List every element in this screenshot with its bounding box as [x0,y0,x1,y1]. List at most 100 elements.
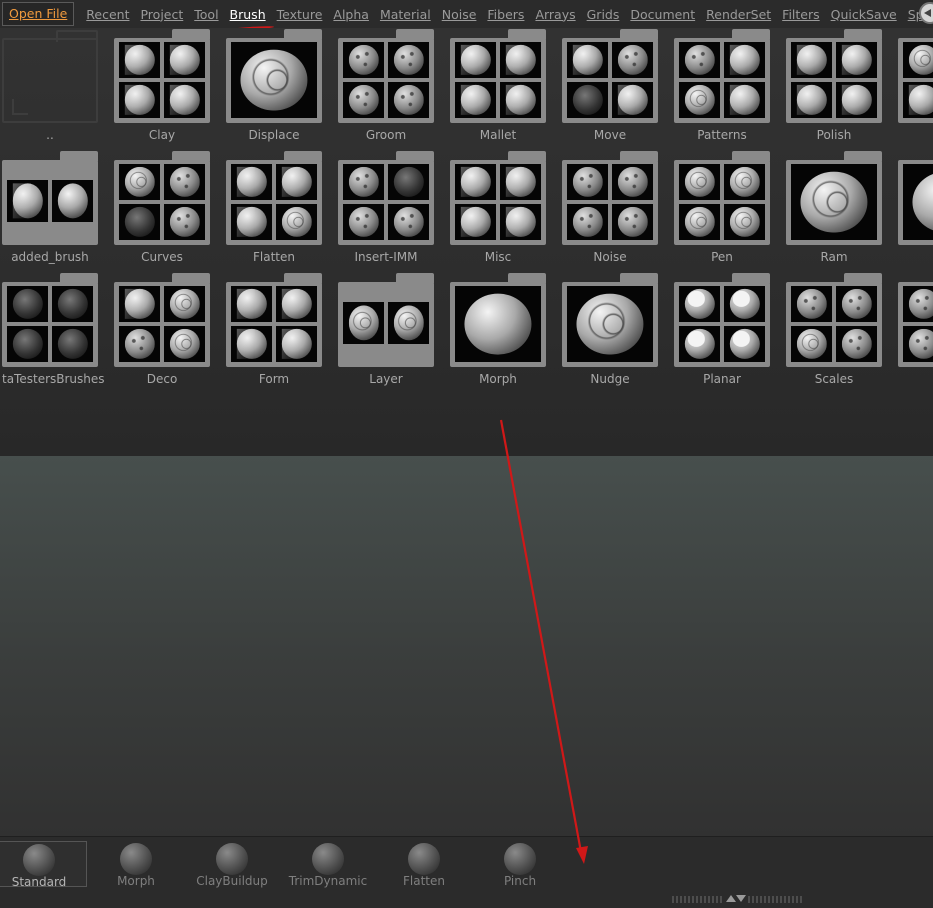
sphere-preview-icon [576,293,644,355]
brush-thumbnail [567,82,608,118]
menu-tab-grids[interactable]: Grids [587,7,620,22]
brush-thumbnail [612,204,653,240]
brush-folder-added-brush[interactable]: added_brush [2,150,114,266]
brush-folder-ram[interactable]: Ram [786,150,898,266]
folder-icon [450,29,546,123]
viewport-canvas[interactable] [0,456,933,836]
shelf-brush-claybuildup[interactable]: ClayBuildup [184,841,280,888]
brush-folder-flatten[interactable]: Flatten [226,150,338,266]
menu-tab-arrays[interactable]: Arrays [535,7,575,22]
sphere-preview-icon [12,328,43,360]
sphere-preview-icon [57,288,88,320]
menu-tab-quicksave[interactable]: QuickSave [831,7,897,22]
open-file-button[interactable]: Open File [2,2,75,26]
brush-folder-morph[interactable]: Morph [450,272,562,388]
brush-folder-label: Displace [248,128,300,142]
shelf-brush-pinch[interactable]: Pinch [472,841,568,888]
sphere-preview-icon [124,166,155,198]
brush-thumbnail [903,82,933,118]
sphere-preview-icon [505,206,536,238]
brush-folder-deco[interactable]: Deco [114,272,226,388]
folder-icon [674,29,770,123]
brush-folder-mallet[interactable]: Mallet [450,28,562,144]
brush-folder-curves[interactable]: Curves [114,150,226,266]
menu-tab-tool[interactable]: Tool [194,7,218,22]
brush-folder-noise[interactable]: Noise [562,150,674,266]
brush-folder-label: Form [258,372,290,386]
brush-folder-insert-imm[interactable]: Insert-IMM [338,150,450,266]
brush-folder-clay[interactable]: Clay [114,28,226,144]
sphere-preview-icon [460,84,491,116]
shelf-brush-morph[interactable]: Morph [88,841,184,888]
brush-thumbnail [231,326,272,362]
brush-thumbnail [455,286,541,362]
brush-folder-sn[interactable]: Sn [898,272,933,388]
sphere-preview-icon [124,84,155,116]
shelf-resize-handle[interactable] [672,893,802,905]
brush-thumbnails [679,286,765,362]
shelf-brush-flatten[interactable]: Flatten [376,841,472,888]
menu-tab-noise[interactable]: Noise [442,7,477,22]
shelf-brush-label: ClayBuildup [196,874,268,888]
menu-tab-document[interactable]: Document [630,7,695,22]
brush-folder-s[interactable]: S [898,28,933,144]
sphere-preview-icon [912,171,933,233]
folder-icon [338,151,434,245]
brush-thumbnails [119,42,205,118]
shelf-brush-standard[interactable]: Standard [0,841,87,889]
brush-thumbnail [231,164,272,200]
sphere-preview-icon [169,288,200,320]
brush-folder-patterns[interactable]: Patterns [674,28,786,144]
folder-icon [114,273,210,367]
sphere-preview-icon [796,328,827,360]
sphere-preview-icon [348,206,379,238]
brush-thumbnail [119,204,160,240]
sphere-preview-icon [729,44,760,76]
brush-folder-parent[interactable]: .. [2,28,114,144]
brush-folder-form[interactable]: Form [226,272,338,388]
menu-tab-fibers[interactable]: Fibers [487,7,524,22]
menu-tab-renderset[interactable]: RenderSet [706,7,771,22]
menu-tab-texture[interactable]: Texture [277,7,323,22]
brush-thumbnail [679,204,720,240]
brush-thumbnail [791,82,832,118]
menu-tab-alpha[interactable]: Alpha [333,7,369,22]
brush-folder-nudge[interactable]: Nudge [562,272,674,388]
sphere-preview-icon [841,288,872,320]
brush-folder-pen[interactable]: Pen [674,150,786,266]
brush-folder-move[interactable]: Move [562,28,674,144]
brush-folder-polish[interactable]: Polish [786,28,898,144]
brush-thumbnail [388,302,429,344]
sphere-preview-icon [796,84,827,116]
brush-thumbnail [343,82,384,118]
brush-thumbnail [567,164,608,200]
menu-tab-material[interactable]: Material [380,7,431,22]
brush-thumbnail [52,180,93,222]
menu-tab-brush[interactable]: Brush [230,7,266,22]
brush-folder-groom[interactable]: Groom [338,28,450,144]
sphere-preview-icon [124,206,155,238]
brush-folder-displace[interactable]: Displace [226,28,338,144]
brush-thumbnail [500,82,541,118]
brush-folder-label: Nudge [590,372,630,386]
sphere-preview-icon [572,84,603,116]
brush-folder-label: .. [46,128,54,142]
brush-folder-scales[interactable]: Scales [786,272,898,388]
menu-tab-project[interactable]: Project [140,7,183,22]
sphere-preview-icon [124,288,155,320]
expand-collapse-icon[interactable] [724,893,748,905]
brush-folder-layer[interactable]: Layer [338,272,450,388]
brush-folder-misc[interactable]: Misc [450,150,562,266]
menu-tab-recent[interactable]: Recent [86,7,129,22]
shelf-brush-label: Standard [11,875,67,889]
menu-tab-filters[interactable]: Filters [782,7,819,22]
brush-folder-planar[interactable]: Planar [674,272,786,388]
brush-folder-tatestersbrushes[interactable]: taTestersBrushes [2,272,114,388]
brush-folder-s[interactable]: S [898,150,933,266]
sphere-preview-icon [505,84,536,116]
shelf-brush-trimdynamic[interactable]: TrimDynamic [280,841,376,888]
brush-folder-label: Noise [593,250,627,264]
shelf-brush-label: Pinch [503,874,537,888]
brush-thumbnail [455,204,496,240]
brush-thumbnail [791,164,877,240]
